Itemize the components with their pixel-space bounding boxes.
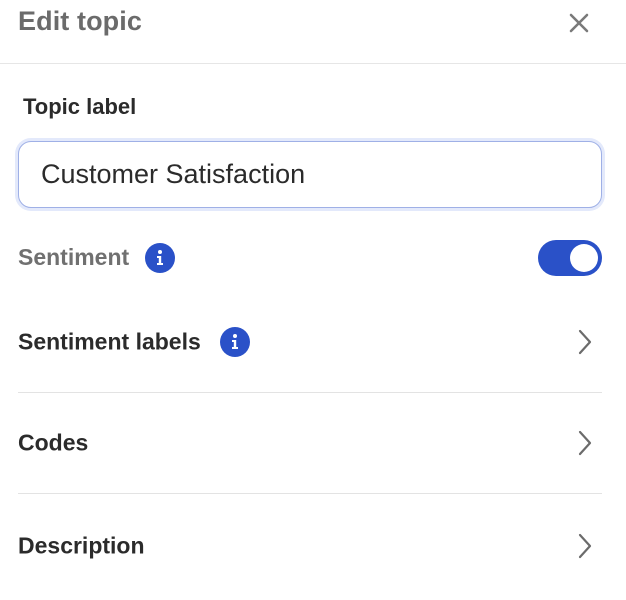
sentiment-toggle[interactable]: [538, 240, 602, 276]
description-row[interactable]: Description: [18, 495, 602, 596]
sentiment-info-icon[interactable]: [145, 243, 175, 273]
description-label: Description: [18, 532, 145, 558]
panel-header: Edit topic: [0, 0, 626, 64]
close-button[interactable]: [564, 8, 594, 38]
chevron-right-icon: [576, 532, 594, 560]
page-title: Edit topic: [18, 6, 142, 36]
codes-label: Codes: [18, 429, 89, 456]
edit-topic-panel: Edit topic Topic label Sentiment Sentime…: [0, 0, 626, 600]
close-icon: [569, 13, 589, 33]
sentiment-label: Sentiment: [18, 244, 130, 270]
topic-label-heading: Topic label: [23, 94, 137, 119]
toggle-knob: [570, 244, 598, 272]
topic-label-input[interactable]: [18, 141, 602, 208]
sentiment-labels-info-icon[interactable]: [220, 327, 250, 357]
chevron-right-icon: [576, 429, 594, 457]
chevron-right-icon: [576, 328, 594, 356]
codes-row[interactable]: Codes: [18, 393, 602, 494]
sentiment-labels-label: Sentiment labels: [18, 328, 201, 355]
sentiment-labels-row[interactable]: Sentiment labels: [18, 292, 602, 393]
